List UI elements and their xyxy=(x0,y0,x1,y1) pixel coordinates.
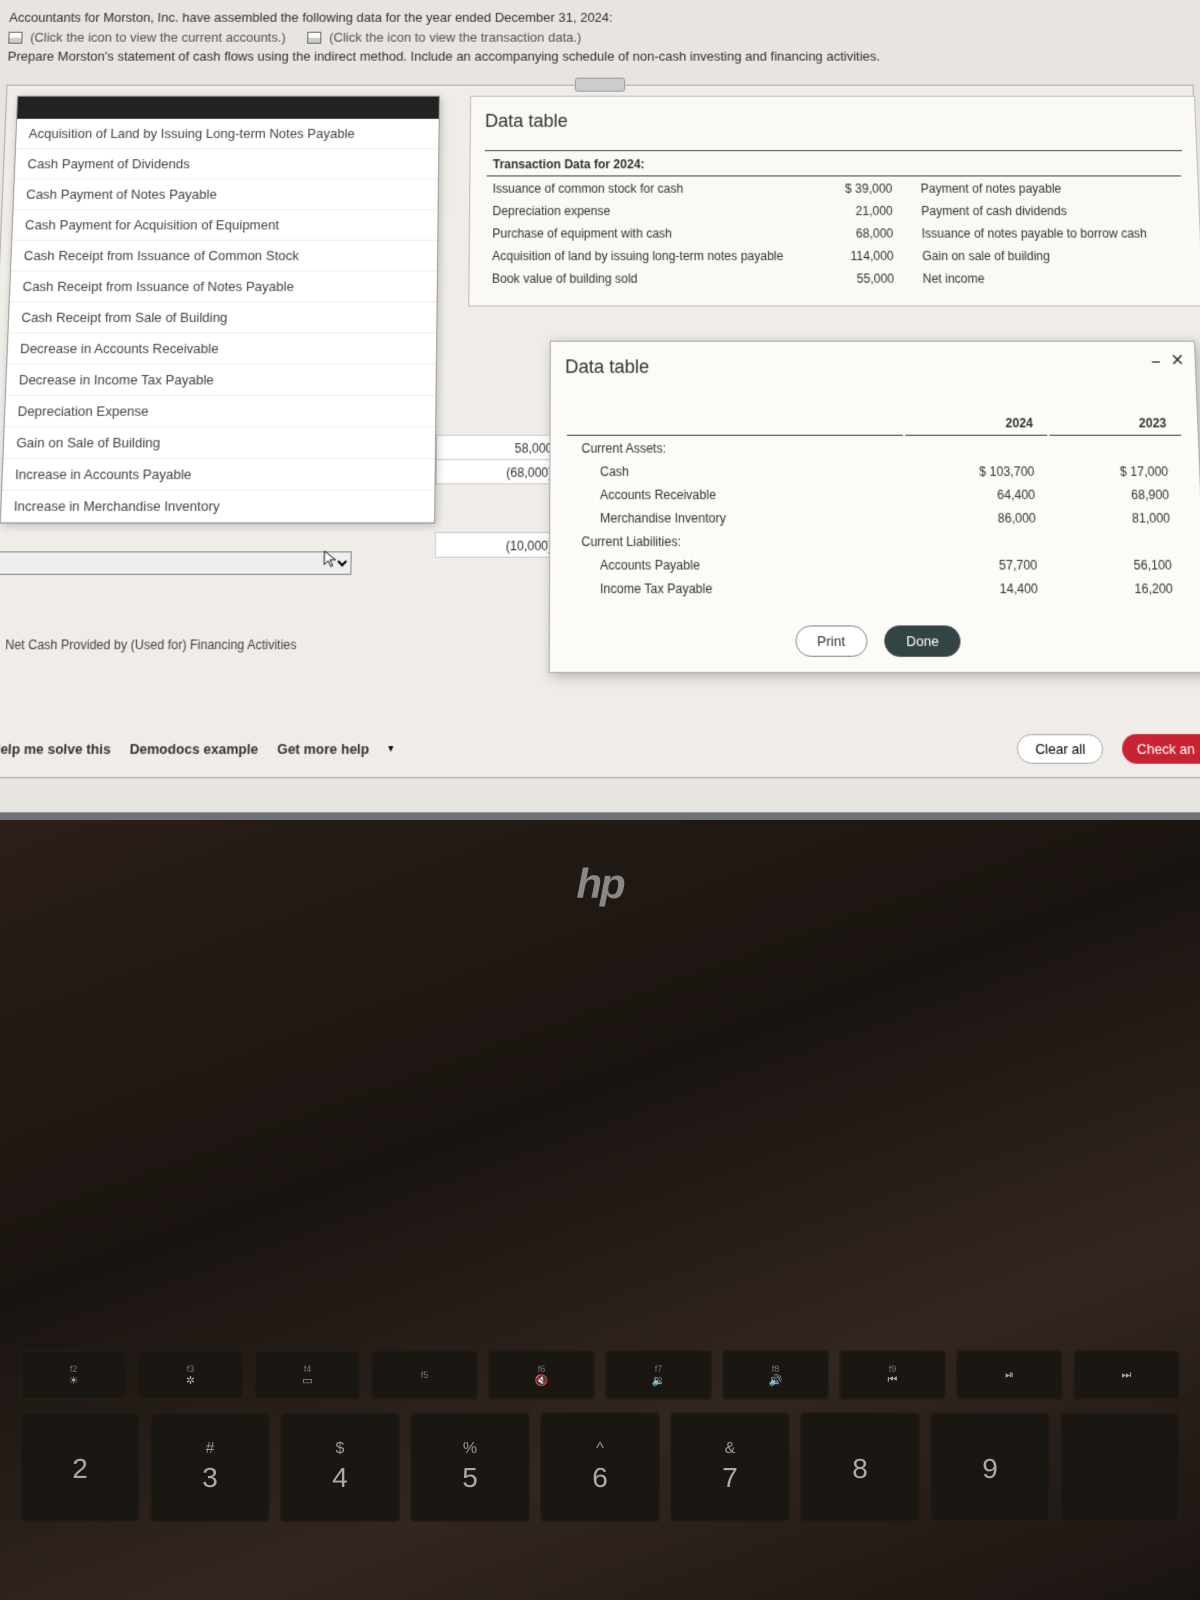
table-row: Accounts Payable57,70056,100 xyxy=(567,554,1187,575)
demo-link[interactable]: Demodocs example xyxy=(129,740,258,756)
dropdown-item[interactable]: Cash Payment of Notes Payable xyxy=(13,179,437,210)
screen-area: Accountants for Morston, Inc. have assem… xyxy=(0,0,1200,861)
keyboard: f2☀ f3✲ f4▭ f5 f6🔇 f7🔉 f8🔊 f9⏮ ⏯ ⏭ 2 #3 … xyxy=(0,1340,1200,1600)
worksheet-values: 58,000 (68,000) (10,000) xyxy=(435,434,560,556)
dropdown-item[interactable]: Increase in Accounts Payable xyxy=(2,458,435,490)
panel-transactions: Data table Transaction Data for 2024: Is… xyxy=(468,95,1200,306)
dropdown-item[interactable]: Cash Receipt from Sale of Building xyxy=(8,302,436,333)
active-dropdown-cell xyxy=(0,551,435,575)
question-line2: Prepare Morston's statement of cash flow… xyxy=(7,47,1192,66)
key-f5[interactable]: f5 xyxy=(371,1350,478,1400)
dropdown-item[interactable]: Cash Receipt from Issuance of Common Sto… xyxy=(11,240,437,271)
question-line1: Accountants for Morston, Inc. have assem… xyxy=(9,8,1191,27)
section-financing-label: Net Cash Provided by (Used for) Financin… xyxy=(5,637,297,652)
key-6[interactable]: ^6 xyxy=(540,1412,660,1522)
panel-title: Data table xyxy=(565,356,1181,378)
key-f7[interactable]: f7🔉 xyxy=(605,1350,712,1400)
account-selector[interactable] xyxy=(0,551,352,575)
dropdown-item[interactable]: Cash Receipt from Issuance of Notes Paya… xyxy=(10,271,437,302)
key-3[interactable]: #3 xyxy=(150,1412,270,1522)
dropdown-header xyxy=(17,96,439,118)
laptop-body: hp f2☀ f3✲ f4▭ f5 f6🔇 f7🔉 f8🔊 f9⏮ ⏯ ⏭ 2 … xyxy=(0,820,1200,1600)
work-area: Acquisition of Land by Issuing Long-term… xyxy=(0,84,1200,777)
key-f9[interactable]: f9⏮ xyxy=(839,1350,946,1400)
key-9[interactable]: 9 xyxy=(930,1412,1050,1522)
resize-handle[interactable] xyxy=(575,77,625,91)
table-row: Income Tax Payable14,40016,200 xyxy=(567,578,1188,599)
clear-all-button[interactable]: Clear all xyxy=(1017,734,1104,764)
key-0[interactable] xyxy=(1060,1412,1180,1522)
fkey-row: f2☀ f3✲ f4▭ f5 f6🔇 f7🔉 f8🔊 f9⏮ ⏯ ⏭ xyxy=(0,1350,1200,1400)
dropdown-item[interactable]: Cash Payment for Acquisition of Equipmen… xyxy=(12,210,437,241)
key-4[interactable]: $4 xyxy=(280,1412,400,1522)
table-row: Acquisition of land by issuing long-term… xyxy=(486,245,1185,266)
col-2024: 2024 xyxy=(904,411,1048,435)
close-icon[interactable]: ✕ xyxy=(1170,350,1185,371)
number-row: 2 #3 $4 %5 ^6 &7 8 9 xyxy=(0,1412,1200,1522)
table-row: Depreciation expense 21,000 Payment of c… xyxy=(486,200,1183,220)
panel-title: Data table xyxy=(485,110,1181,131)
minimize-icon[interactable]: – xyxy=(1152,352,1161,369)
check-answer-button[interactable]: Check an xyxy=(1122,734,1200,764)
print-button[interactable]: Print xyxy=(795,625,867,656)
table-row: Merchandise Inventory86,00081,000 xyxy=(567,507,1185,528)
table-row: Cash$ 103,700$ 17,000 xyxy=(567,461,1183,482)
dropdown-item[interactable]: Increase in Merchandise Inventory xyxy=(1,490,435,522)
key-5[interactable]: %5 xyxy=(410,1412,530,1522)
key-f4[interactable]: f4▭ xyxy=(254,1350,361,1400)
question-header: Accountants for Morston, Inc. have assem… xyxy=(0,0,1200,74)
dropdown-item[interactable]: Decrease in Accounts Receivable xyxy=(7,333,436,364)
cursor-icon xyxy=(322,549,341,568)
key-7[interactable]: &7 xyxy=(670,1412,790,1522)
done-button[interactable]: Done xyxy=(884,625,961,656)
table-row: Purchase of equipment with cash 68,000 I… xyxy=(486,223,1184,243)
link-transaction-data[interactable]: (Click the icon to view the transaction … xyxy=(329,29,581,44)
key-f3[interactable]: f3✲ xyxy=(137,1350,244,1400)
key-next[interactable]: ⏭ xyxy=(1073,1350,1180,1400)
worksheet-cell[interactable]: 58,000 xyxy=(436,434,560,459)
help-link[interactable]: Help me solve this xyxy=(0,740,111,756)
link-current-accounts[interactable]: (Click the icon to view the current acco… xyxy=(30,29,286,44)
panel-balance: – ✕ Data table 2024 2023 Current Assets:… xyxy=(549,340,1200,672)
grid-icon[interactable] xyxy=(307,32,321,44)
table-row: Book value of building sold 55,000 Net i… xyxy=(486,268,1186,289)
worksheet-cell[interactable]: (10,000) xyxy=(435,532,560,558)
key-8[interactable]: 8 xyxy=(800,1412,920,1522)
balance-table: 2024 2023 Current Assets: Cash$ 103,700$… xyxy=(565,409,1190,601)
worksheet-cell[interactable]: (68,000) xyxy=(436,458,560,483)
dropdown-item[interactable]: Gain on Sale of Building xyxy=(3,427,435,459)
bottom-actions: Help me solve this Demodocs example Get … xyxy=(0,734,1200,764)
col-2023: 2023 xyxy=(1049,411,1181,435)
dropdown-item[interactable]: Decrease in Income Tax Payable xyxy=(6,364,436,395)
dropdown-item[interactable]: Cash Payment of Dividends xyxy=(15,149,439,179)
table-row: Accounts Receivable64,40068,900 xyxy=(567,484,1184,505)
key-f6[interactable]: f6🔇 xyxy=(488,1350,595,1400)
dropdown-item[interactable]: Depreciation Expense xyxy=(5,395,436,426)
key-2[interactable]: 2 xyxy=(20,1412,140,1522)
key-play[interactable]: ⏯ xyxy=(956,1350,1063,1400)
key-f2[interactable]: f2☀ xyxy=(20,1350,127,1400)
grid-icon[interactable] xyxy=(8,32,23,44)
table-row: Issuance of common stock for cash $ 39,0… xyxy=(486,178,1182,198)
hp-logo: hp xyxy=(576,860,623,908)
dropdown-item[interactable]: Acquisition of Land by Issuing Long-term… xyxy=(16,118,439,148)
transactions-table: Transaction Data for 2024: Issuance of c… xyxy=(484,150,1188,291)
trans-subtitle: Transaction Data for 2024: xyxy=(487,153,1181,176)
key-f8[interactable]: f8🔊 xyxy=(722,1350,829,1400)
more-help-link[interactable]: Get more help xyxy=(277,740,369,756)
dropdown-list: Acquisition of Land by Issuing Long-term… xyxy=(0,95,440,523)
